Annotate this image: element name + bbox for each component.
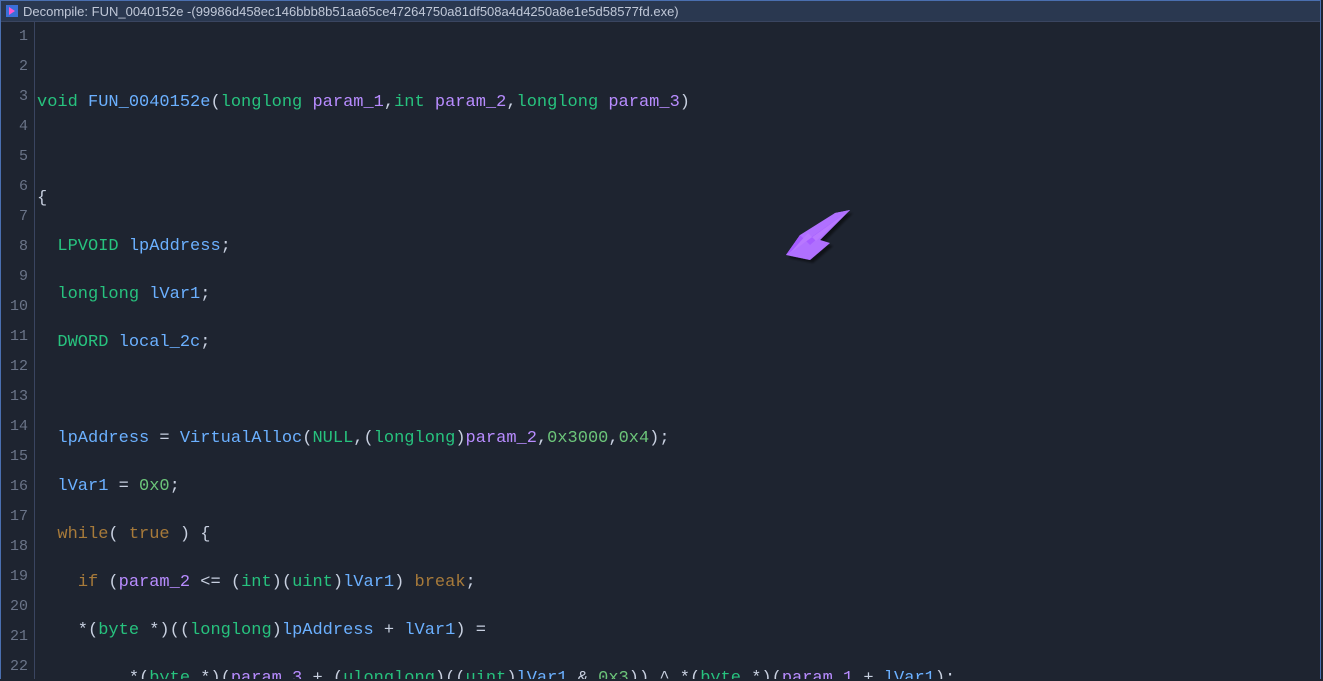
code-line: DWORD local_2c; bbox=[37, 328, 1320, 358]
titlebar[interactable]: Decompile: FUN_0040152e - (99986d458ec14… bbox=[1, 1, 1320, 22]
code-line bbox=[37, 40, 1320, 70]
code-line: LPVOID lpAddress; bbox=[37, 232, 1320, 262]
code-listing[interactable]: void FUN_0040152e(longlong param_1,int p… bbox=[35, 22, 1320, 679]
line-number: 19 bbox=[1, 562, 28, 592]
line-number: 7 bbox=[1, 202, 28, 232]
code-line bbox=[37, 376, 1320, 406]
line-number: 13 bbox=[1, 382, 28, 412]
code-line: *(byte *)(param_3 + (ulonglong)((uint)lV… bbox=[37, 664, 1320, 679]
window-title-file: (99986d458ec146bbb8b51aa65ce47264750a81d… bbox=[191, 4, 678, 19]
code-line: lpAddress = VirtualAlloc(NULL,(longlong)… bbox=[37, 424, 1320, 454]
line-number: 9 bbox=[1, 262, 28, 292]
decompiler-window: Decompile: FUN_0040152e - (99986d458ec14… bbox=[0, 0, 1321, 679]
code-line bbox=[37, 136, 1320, 166]
code-line: longlong lVar1; bbox=[37, 280, 1320, 310]
line-number: 20 bbox=[1, 592, 28, 622]
code-line: { bbox=[37, 184, 1320, 214]
line-number: 10 bbox=[1, 292, 28, 322]
line-number: 12 bbox=[1, 352, 28, 382]
line-number: 2 bbox=[1, 52, 28, 82]
line-number: 8 bbox=[1, 232, 28, 262]
code-area: 1 2 3 4 5 6 7 8 9 10 11 12 13 14 15 16 1… bbox=[1, 22, 1320, 679]
line-number: 6 bbox=[1, 172, 28, 202]
line-number: 22 bbox=[1, 652, 28, 681]
code-line: while( true ) { bbox=[37, 520, 1320, 550]
line-number: 16 bbox=[1, 472, 28, 502]
line-number: 1 bbox=[1, 22, 28, 52]
line-number: 17 bbox=[1, 502, 28, 532]
code-line: void FUN_0040152e(longlong param_1,int p… bbox=[37, 88, 1320, 118]
line-number: 5 bbox=[1, 142, 28, 172]
window-title-prefix: Decompile: FUN_0040152e - bbox=[23, 4, 191, 19]
line-number: 3 bbox=[1, 82, 28, 112]
line-number: 11 bbox=[1, 322, 28, 352]
line-number: 4 bbox=[1, 112, 28, 142]
line-number: 18 bbox=[1, 532, 28, 562]
line-number: 21 bbox=[1, 622, 28, 652]
line-number-gutter: 1 2 3 4 5 6 7 8 9 10 11 12 13 14 15 16 1… bbox=[1, 22, 35, 679]
line-number: 14 bbox=[1, 412, 28, 442]
line-number: 15 bbox=[1, 442, 28, 472]
code-line: *(byte *)((longlong)lpAddress + lVar1) = bbox=[37, 616, 1320, 646]
code-line: if (param_2 <= (int)(uint)lVar1) break; bbox=[37, 568, 1320, 598]
window-icon bbox=[5, 4, 19, 18]
code-line: lVar1 = 0x0; bbox=[37, 472, 1320, 502]
